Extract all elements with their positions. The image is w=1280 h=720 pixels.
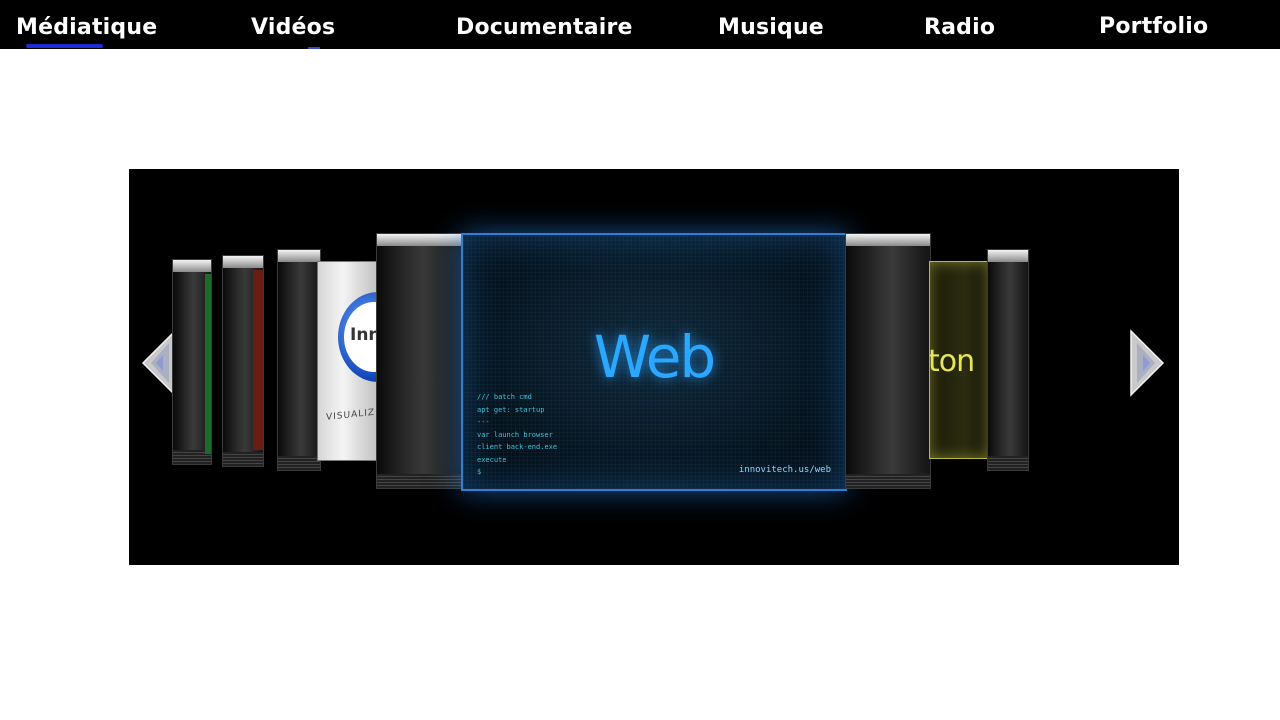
card-label: VISUALIZE <box>326 407 381 423</box>
hover-indicator <box>308 47 320 49</box>
nav-item-musique[interactable]: Musique <box>718 13 824 43</box>
carousel-card[interactable] <box>987 249 1029 471</box>
carousel-card-innovitech[interactable]: Inno VISUALIZE <box>317 261 381 461</box>
carousel-card[interactable] <box>376 233 462 489</box>
portfolio-carousel: Inno VISUALIZE Web /// batch cmdapt get:… <box>129 169 1179 565</box>
carousel-current-item[interactable]: Web /// batch cmd apt get: startup --- var … <box>461 233 847 491</box>
carousel-card[interactable] <box>172 259 212 465</box>
carousel-card[interactable] <box>277 249 321 471</box>
nav-item-portfolio[interactable]: Portfolio <box>1099 12 1208 42</box>
nav-item-videos[interactable]: Vidéos <box>251 13 335 43</box>
nav-item-mediatique[interactable]: Médiatique <box>16 13 157 43</box>
card-label: ton <box>929 344 975 379</box>
nav-item-documentaire[interactable]: Documentaire <box>456 13 633 43</box>
active-tab-indicator <box>26 44 103 48</box>
top-navigation: Médiatique Vidéos Documentaire Musique R… <box>0 0 1280 49</box>
current-item-title: Web <box>593 323 716 391</box>
carousel-card[interactable] <box>222 255 264 467</box>
carousel-card-yellow[interactable]: ton <box>929 261 989 459</box>
carousel-card[interactable] <box>845 233 931 489</box>
chevron-right-icon <box>1130 329 1165 397</box>
next-button[interactable] <box>1129 329 1165 397</box>
code-snippet: /// batch cmd apt get: startup --- var laun… <box>477 393 558 476</box>
nav-item-radio[interactable]: Radio <box>924 13 995 43</box>
current-item-url: innovitech.us/web <box>738 465 831 475</box>
